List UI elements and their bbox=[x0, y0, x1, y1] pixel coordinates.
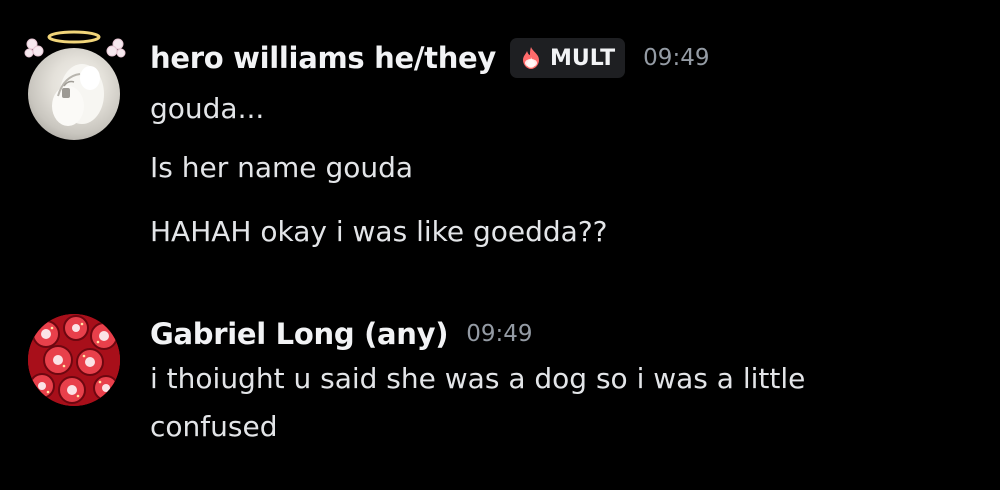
server-tag-label: MULT bbox=[550, 45, 616, 71]
username[interactable]: hero williams he/they bbox=[150, 41, 496, 75]
flame-icon bbox=[523, 47, 540, 69]
avatar-picture bbox=[28, 314, 120, 406]
message-text: HAHAH okay i was like goedda?? bbox=[150, 215, 608, 248]
timestamp[interactable]: 09:49 bbox=[643, 45, 709, 71]
message-header: Gabriel Long (any) 09:49 bbox=[150, 312, 533, 356]
username[interactable]: Gabriel Long (any) bbox=[150, 317, 449, 351]
message-header: hero williams he/they MULT 09:49 bbox=[150, 36, 709, 80]
timestamp[interactable]: 09:49 bbox=[466, 321, 532, 347]
message-text: Is her name gouda bbox=[150, 151, 414, 184]
server-tag-badge[interactable]: MULT bbox=[510, 38, 626, 78]
message-text: gouda... bbox=[150, 92, 265, 125]
avatar-wrap bbox=[24, 28, 126, 140]
message-text: confused bbox=[150, 410, 278, 443]
avatar[interactable] bbox=[28, 314, 120, 406]
message-text: i thoiught u said she was a dog so i was… bbox=[150, 362, 806, 395]
avatar-wrap bbox=[24, 304, 126, 406]
halo-wings-icon bbox=[24, 30, 126, 58]
